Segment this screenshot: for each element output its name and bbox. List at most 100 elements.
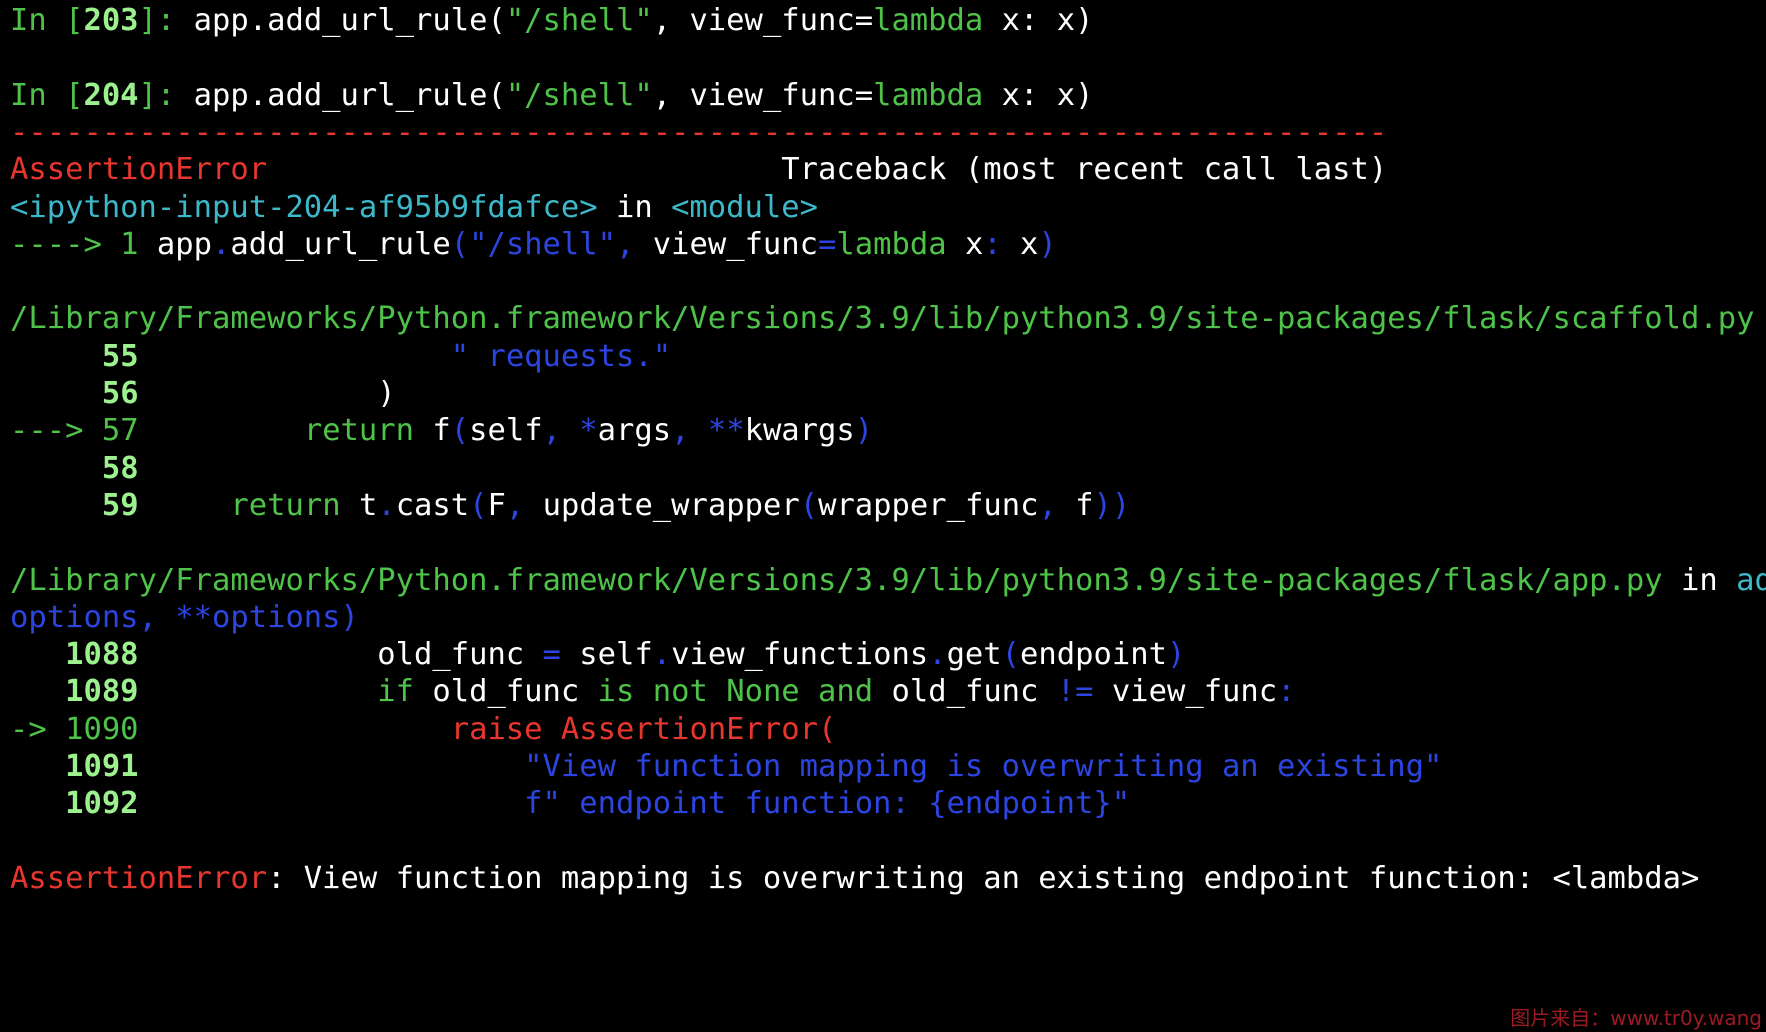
- text-segment: !=: [1056, 674, 1094, 710]
- terminal-line-app-path: /Library/Frameworks/Python.framework/Ver…: [10, 560, 1766, 602]
- text-segment: "/shell": [505, 77, 653, 113]
- terminal-line-separator-line: ----------------------------------------…: [10, 112, 1387, 154]
- text-segment: [139, 712, 451, 747]
- text-segment: (: [818, 711, 837, 747]
- text-segment: old_func: [873, 674, 1057, 710]
- text-segment: x: x): [983, 77, 1094, 113]
- text-segment: , view_func=: [652, 77, 874, 113]
- text-segment: [10, 674, 65, 709]
- text-segment: options, **options): [10, 599, 359, 635]
- text-segment: x: [946, 226, 984, 262]
- text-segment: 203: [83, 3, 139, 38]
- text-segment: [543, 712, 561, 747]
- terminal-line-traceback-input-ref: <ipython-input-204-af95b9fdafce> in <mod…: [10, 187, 818, 229]
- text-segment: 204: [83, 77, 139, 113]
- text-segment: app.add_url_rule(: [193, 3, 506, 38]
- text-segment: [800, 674, 818, 709]
- text-segment: [10, 339, 102, 374]
- text-segment: --->: [10, 413, 102, 449]
- text-segment: ]:: [138, 77, 194, 113]
- text-segment: x: x): [983, 3, 1094, 38]
- text-segment: (: [469, 487, 488, 523]
- text-segment: ,: [616, 226, 653, 262]
- text-segment: =: [542, 637, 561, 673]
- terminal-line-app-line-1091: 1091 "View function mapping is overwriti…: [10, 746, 1442, 788]
- text-segment: lambda: [836, 226, 947, 262]
- text-segment: [10, 749, 65, 784]
- text-segment: ): [854, 413, 874, 449]
- text-segment: None: [726, 674, 800, 710]
- text-segment: app.add_url_rule(: [193, 77, 506, 113]
- text-segment: endpoint: [1020, 637, 1167, 673]
- terminal-line-app-line-1092: 1092 f" endpoint function: {endpoint}": [10, 783, 1130, 825]
- text-segment: AssertionError: [560, 711, 818, 747]
- text-segment: [634, 674, 652, 709]
- text-segment: )): [1093, 487, 1131, 523]
- text-segment: [139, 637, 378, 672]
- text-segment: ]:: [138, 3, 194, 38]
- text-segment: : View function mapping is overwriting a…: [267, 860, 1700, 896]
- text-segment: f" endpoint function: {endpoint}": [524, 786, 1131, 822]
- text-segment: 59: [101, 487, 139, 523]
- text-segment: 1090: [65, 711, 139, 747]
- text-segment: AssertionError: [10, 152, 268, 188]
- text-segment: [139, 488, 231, 523]
- text-segment: 1091: [65, 749, 139, 784]
- text-segment: .: [928, 637, 947, 673]
- text-segment: "/shell": [469, 226, 617, 262]
- text-segment: " requests.": [450, 338, 672, 374]
- text-segment: t: [340, 487, 378, 523]
- text-segment: view_functions: [671, 637, 929, 673]
- text-segment: [139, 786, 525, 821]
- text-segment: [139, 749, 525, 784]
- text-segment: (: [450, 226, 470, 262]
- text-segment: [139, 413, 304, 448]
- text-segment: F: [487, 487, 506, 523]
- text-segment: (: [1001, 637, 1021, 673]
- text-segment: AssertionError: [10, 860, 268, 896]
- text-segment: in: [1662, 562, 1737, 598]
- text-segment: "/shell": [505, 3, 653, 38]
- terminal-line-input-204: In [204]: app.add_url_rule("/shell", vie…: [10, 75, 1093, 117]
- terminal-line-app-line-1089: 1089 if old_func is not None and old_fun…: [10, 671, 1295, 713]
- text-segment: ->: [10, 711, 66, 747]
- text-segment: , **: [671, 413, 745, 449]
- terminal-line-input-203: In [203]: app.add_url_rule("/shell", vie…: [10, 0, 1093, 42]
- text-segment: [10, 786, 65, 821]
- text-segment: /Library/Frameworks/Python.framework/Ver…: [10, 562, 1663, 598]
- terminal-line-app-line-1090: -> 1090 raise AssertionError(: [10, 709, 836, 751]
- text-segment: <ipython-input-204-af95b9fdafce>: [10, 189, 598, 225]
- text-segment: In [: [10, 3, 84, 38]
- terminal-window[interactable]: In [203]: app.add_url_rule("/shell", vie…: [0, 0, 1766, 1032]
- text-segment: .: [377, 487, 396, 523]
- text-segment: :: [983, 226, 1002, 262]
- text-segment: view_func: [652, 226, 819, 262]
- terminal-line-assertion-message: AssertionError: View function mapping is…: [10, 858, 1699, 900]
- text-segment: 1092: [65, 786, 139, 822]
- text-segment: [10, 637, 65, 672]
- terminal-line-scaffold-line-57: ---> 57 return f(self, *args, **kwargs): [10, 410, 873, 452]
- text-segment: .: [212, 226, 231, 262]
- text-segment: args: [597, 413, 672, 449]
- text-segment: self: [560, 637, 653, 673]
- text-segment: =: [818, 226, 837, 262]
- text-segment: [10, 488, 102, 523]
- terminal-line-scaffold-line-59: 59 return t.cast(F, update_wrapper(wrapp…: [10, 485, 1130, 527]
- text-segment: "View function mapping is overwriting an…: [524, 749, 1443, 784]
- text-segment: is: [597, 674, 635, 710]
- text-segment: ----> 1: [10, 226, 157, 262]
- text-segment: old_func: [377, 637, 543, 673]
- text-segment: ----------------------------------------…: [10, 114, 1388, 150]
- text-segment: (: [450, 413, 470, 449]
- terminal-line-scaffold-line-55: 55 " requests.": [10, 336, 671, 378]
- text-segment: ): [138, 376, 396, 411]
- text-segment: [708, 674, 726, 709]
- text-segment: and: [818, 674, 874, 710]
- text-segment: raise: [450, 711, 543, 747]
- text-segment: 1089: [65, 674, 139, 710]
- text-segment: Traceback (most recent call last): [267, 152, 1388, 188]
- text-segment: [139, 339, 451, 374]
- text-segment: ): [1038, 226, 1057, 262]
- terminal-line-traceback-call-line: ----> 1 app.add_url_rule("/shell", view_…: [10, 224, 1057, 266]
- text-segment: ,: [1038, 487, 1076, 523]
